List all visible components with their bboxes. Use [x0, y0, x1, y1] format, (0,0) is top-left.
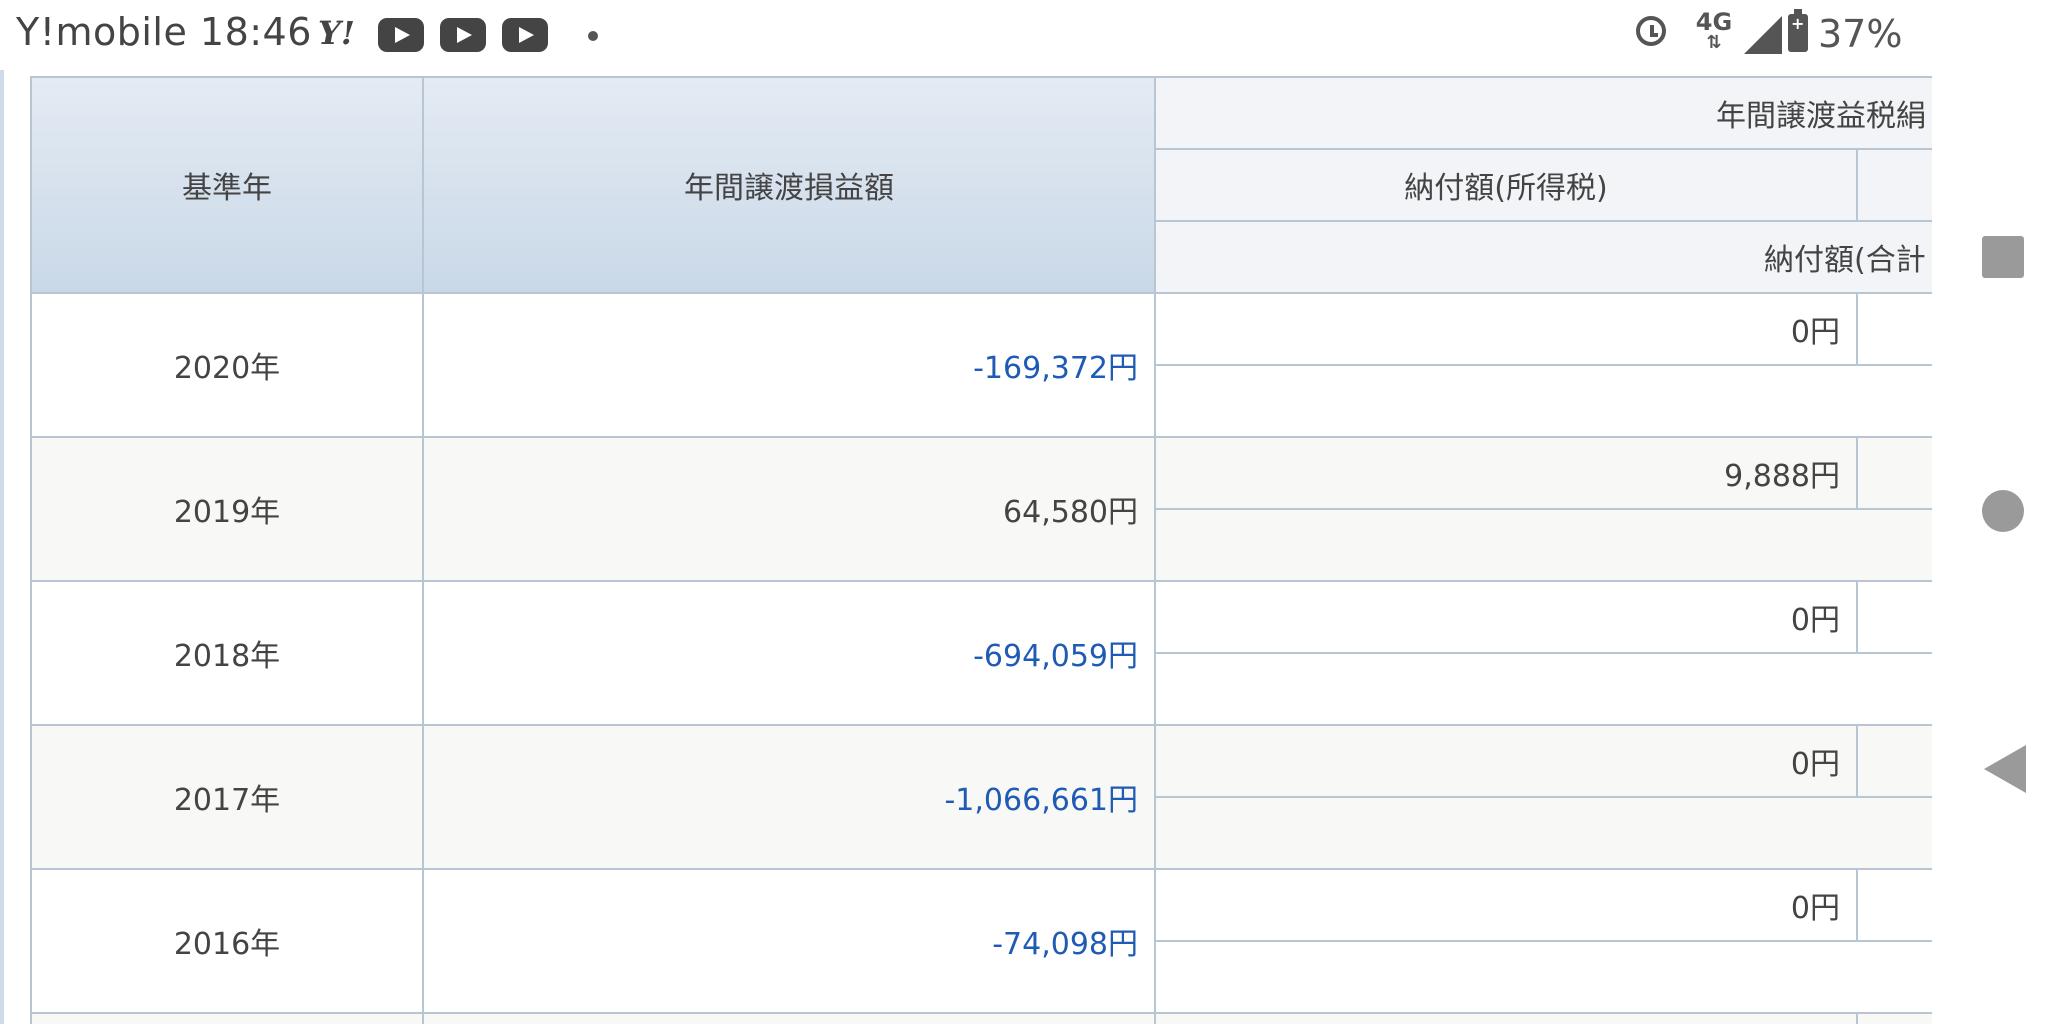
table-row: 2018年 -694,059円 0円 [30, 580, 1932, 726]
cell-partial [1856, 1012, 1932, 1024]
header-year: 基準年 [30, 76, 424, 294]
header-tax-group-label: 年間譲渡益税絹 [1716, 99, 1926, 134]
cell-next-column [1856, 868, 1932, 942]
4g-icon: 4G ⇅ [1695, 8, 1733, 53]
alarm-icon [1636, 16, 1666, 46]
cell-payment-total [1154, 364, 1932, 438]
cell-year: 2019年 [30, 436, 424, 582]
header-payment-total: 納付額(合計 [1154, 220, 1932, 294]
table-row: 2017年 -1,066,661円 0円 [30, 724, 1932, 870]
table-scroll-container[interactable]: 基準年 年間譲渡損益額 年間譲渡益税絹 納付額(所得税) 納付額(合計 2020… [30, 76, 1932, 1024]
battery-percent: 37% [1818, 12, 1903, 56]
notification-dot-icon [588, 31, 598, 41]
cell-payment-total [1154, 796, 1932, 870]
cell-payment-total [1154, 508, 1932, 582]
cell-payment-total [1154, 652, 1932, 726]
header-payment-total-label: 納付額(合計 [1764, 243, 1926, 278]
youtube-icon [378, 18, 424, 52]
page-content[interactable]: 基準年 年間譲渡損益額 年間譲渡益税絹 納付額(所得税) 納付額(合計 2020… [0, 70, 1932, 1024]
table-row: 2020年 -169,372円 0円 [30, 292, 1932, 438]
header-annual-gain-loss: 年間譲渡損益額 [422, 76, 1156, 294]
table-row: 2016年 -74,098円 0円 [30, 868, 1932, 1014]
cell-payment-income-tax: 0円 [1154, 580, 1858, 654]
cell-year: 2018年 [30, 580, 424, 726]
home-circle-icon[interactable] [1982, 490, 2024, 532]
table-row-partial [30, 1012, 1932, 1024]
cell-annual-gain-loss: -1,066,661円 [422, 724, 1156, 870]
cell-year: 2020年 [30, 292, 424, 438]
battery-icon [1788, 9, 1808, 52]
cell-annual-gain-loss: -694,059円 [422, 580, 1156, 726]
cell-payment-total [1154, 940, 1932, 1014]
header-payment-income-tax: 納付額(所得税) [1154, 148, 1858, 222]
cell-payment-income-tax: 0円 [1154, 724, 1858, 798]
cell-next-column [1856, 580, 1932, 654]
cell-partial [422, 1012, 1156, 1024]
cell-annual-gain-loss: 64,580円 [422, 436, 1156, 582]
cell-next-column [1856, 724, 1932, 798]
status-bar: Y!mobile 18:46 Y! 4G⇅ 37% [0, 0, 1932, 70]
recents-square-icon[interactable] [1982, 236, 2024, 278]
table-row: 2019年 64,580円 9,888円 [30, 436, 1932, 582]
header-tax-group: 年間譲渡益税絹 [1154, 76, 1932, 150]
navigation-bar [1932, 0, 2048, 1024]
yahoo-icon: Y! [318, 14, 355, 52]
cell-annual-gain-loss: -169,372円 [422, 292, 1156, 438]
cell-payment-income-tax: 0円 [1154, 292, 1858, 366]
signal-icon [1744, 16, 1782, 54]
youtube-icon [502, 18, 548, 52]
capital-gains-table: 基準年 年間譲渡損益額 年間譲渡益税絹 納付額(所得税) 納付額(合計 2020… [30, 76, 1932, 1024]
carrier-time: Y!mobile 18:46 [16, 10, 312, 54]
cell-year: 2016年 [30, 868, 424, 1014]
left-edge [0, 70, 4, 1024]
cell-next-column [1856, 436, 1932, 510]
header-next-column [1856, 148, 1932, 222]
cell-annual-gain-loss: -74,098円 [422, 868, 1156, 1014]
cell-year: 2017年 [30, 724, 424, 870]
youtube-icon [440, 18, 486, 52]
cell-partial [1154, 1012, 1858, 1024]
cell-payment-income-tax: 0円 [1154, 868, 1858, 942]
cell-payment-income-tax: 9,888円 [1154, 436, 1858, 510]
back-triangle-icon[interactable] [1984, 745, 2026, 793]
cell-next-column [1856, 292, 1932, 366]
cell-partial [30, 1012, 424, 1024]
